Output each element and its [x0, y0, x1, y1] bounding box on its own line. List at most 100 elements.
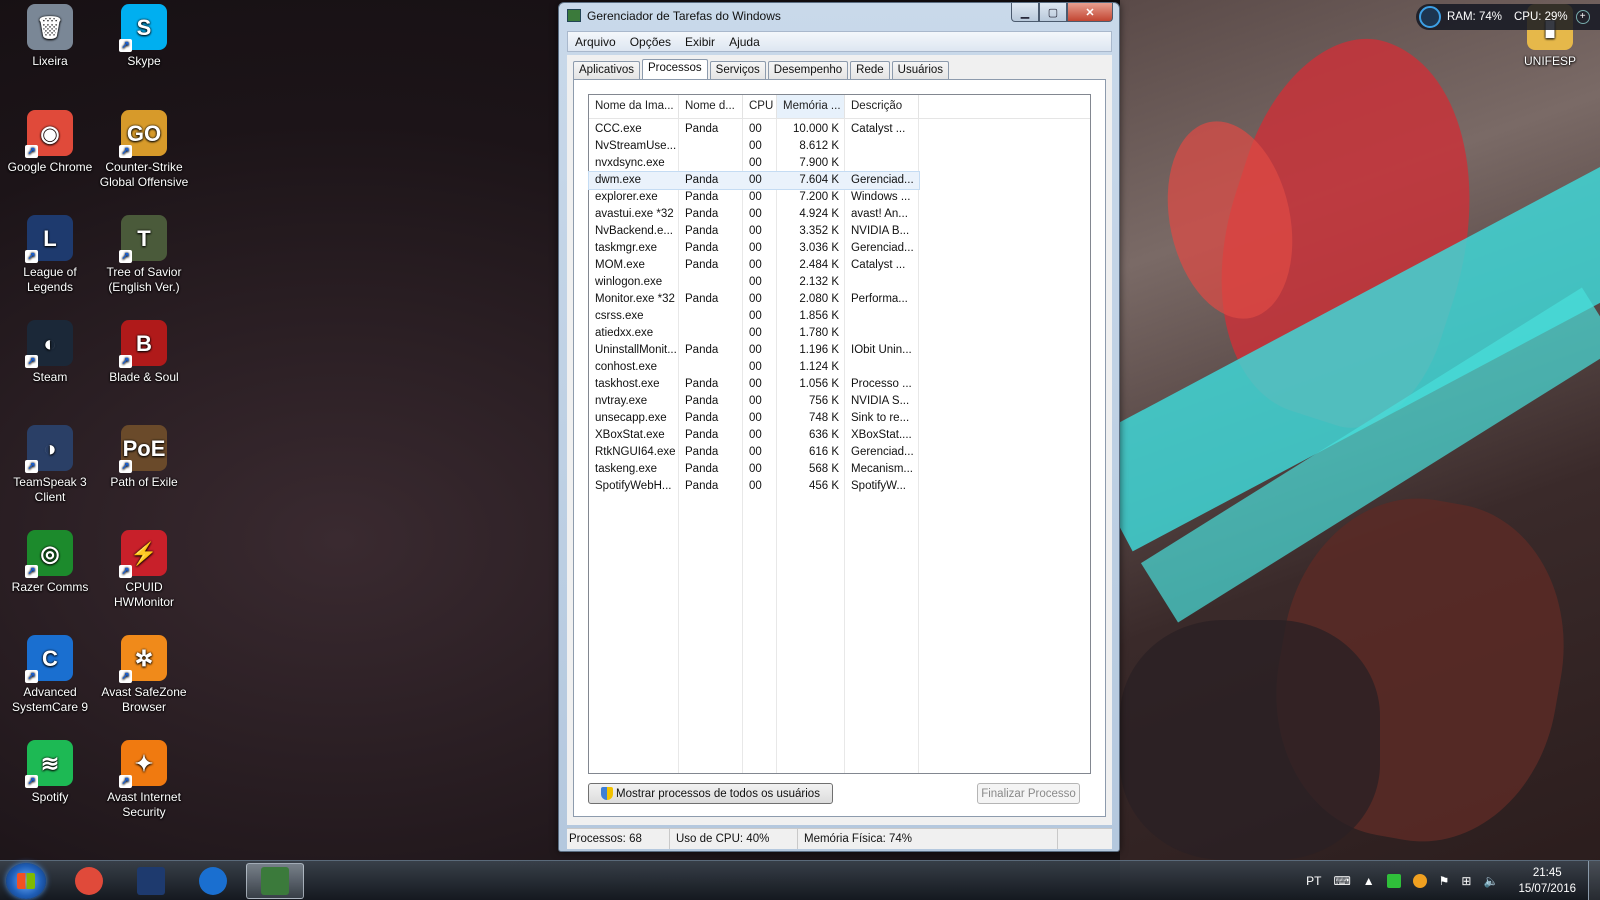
process-cpu: 00 — [749, 123, 762, 135]
gpu-tray-icon[interactable] — [1386, 874, 1401, 888]
process-row[interactable]: UninstallMonit... Panda 00 1.196 K IObit Uni… — [589, 342, 1090, 359]
end-process-button[interactable]: Finalizar Processo — [977, 783, 1080, 804]
title-bar[interactable]: Gerenciador de Tarefas do Windows ▁ ▢ ✕ — [559, 3, 1119, 29]
process-row[interactable]: taskmgr.exe Panda 00 3.036 K Gerenciad... — [589, 240, 1090, 257]
process-row[interactable]: explorer.exe Panda 00 7.200 K Windows ... — [589, 189, 1090, 206]
csgo-icon: GO ↗ — [119, 110, 167, 158]
desktop-shortcut[interactable]: ⚡ ↗ CPUID HWMonitor — [94, 530, 194, 610]
taskbar-button-task-manager[interactable] — [246, 863, 304, 899]
taskbar-button-advanced-systemcare[interactable] — [184, 863, 242, 899]
column-user-name[interactable]: Nome d... — [679, 95, 743, 118]
process-row[interactable]: unsecapp.exe Panda 00 748 K Sink to re... — [589, 410, 1090, 427]
tab-usuarios[interactable]: Usuários — [891, 61, 950, 79]
tab-servicos[interactable]: Serviços — [709, 61, 766, 79]
process-row[interactable]: MOM.exe Panda 00 2.484 K Catalyst ... — [589, 257, 1090, 274]
tab-rede[interactable]: Rede — [850, 61, 890, 79]
column-description[interactable]: Descrição — [845, 95, 919, 118]
desktop-shortcut[interactable]: ✲ ↗ Avast SafeZone Browser — [94, 635, 194, 715]
system-monitor-gadget[interactable]: RAM: 74% CPU: 29% + — [1416, 4, 1600, 30]
process-cpu: 00 — [749, 276, 762, 288]
desktop-shortcut[interactable]: ◑ ↗ TeamSpeak 3 Client — [0, 425, 100, 505]
action-center-flag-icon[interactable]: ⚑ — [1439, 874, 1450, 888]
process-user-name: Panda — [685, 225, 719, 237]
volume-icon[interactable]: 🔈 — [1483, 874, 1498, 888]
desktop-shortcut[interactable]: L ↗ League of Legends — [0, 215, 100, 295]
desktop-shortcut[interactable]: ◉ ↗ Google Chrome — [0, 110, 100, 175]
process-row[interactable]: csrss.exe 00 1.856 K — [589, 308, 1090, 325]
process-image-name: NvBackend.e... — [595, 225, 673, 237]
icon-glyph: ◑ — [43, 435, 57, 461]
process-memory: 7.900 K — [799, 157, 839, 169]
menu-ajuda[interactable]: Ajuda — [722, 35, 767, 49]
process-user-name — [679, 325, 743, 342]
desktop-shortcut[interactable]: ≋ ↗ Spotify — [0, 740, 100, 805]
process-image-name: UninstallMonit... — [595, 344, 677, 356]
process-row[interactable]: CCC.exe Panda 00 10.000 K Catalyst ... — [589, 121, 1090, 138]
desktop-shortcut[interactable]: ◐ ↗ Steam — [0, 320, 100, 385]
column-cpu[interactable]: CPU — [743, 95, 777, 118]
taskbar-button-league-of-legends[interactable] — [122, 863, 180, 899]
tab-processos[interactable]: Processos — [641, 59, 708, 80]
desktop-shortcut[interactable]: S ↗ Skype — [94, 4, 194, 69]
menu-arquivo[interactable]: Arquivo — [568, 35, 623, 49]
process-row[interactable]: conhost.exe 00 1.124 K — [589, 359, 1090, 376]
maximize-button[interactable]: ▢ — [1039, 3, 1067, 22]
process-list[interactable]: Nome da Ima... Nome d... CPU Memória ...… — [588, 94, 1091, 774]
process-row[interactable]: XBoxStat.exe Panda 00 636 K XBoxStat.... — [589, 427, 1090, 444]
clock[interactable]: 21:45 15/07/2016 — [1518, 865, 1576, 897]
desktop-shortcut[interactable]: C ↗ Advanced SystemCare 9 — [0, 635, 100, 715]
recycle-bin-icon: 🗑 — [27, 4, 73, 50]
show-desktop-button[interactable] — [1588, 861, 1600, 900]
process-description: Catalyst ... — [851, 123, 906, 135]
column-image-name[interactable]: Nome da Ima... — [589, 95, 679, 118]
desktop-shortcut[interactable]: ◎ ↗ Razer Comms — [0, 530, 100, 595]
show-all-processes-button[interactable]: Mostrar processos de todos os usuários — [588, 783, 833, 804]
process-row[interactable]: taskhost.exe Panda 00 1.056 K Processo ... — [589, 376, 1090, 393]
process-row[interactable]: dwm.exe Panda 00 7.604 K Gerenciad... — [588, 171, 1090, 190]
tab-desempenho[interactable]: Desempenho — [767, 61, 849, 79]
razer-comms-icon: ◎ ↗ — [25, 530, 73, 578]
desktop-shortcut[interactable]: T ↗ Tree of Savior (English Ver.) — [94, 215, 194, 295]
avast-tray-icon[interactable] — [1412, 874, 1427, 888]
menu-opcoes[interactable]: Opções — [623, 35, 678, 49]
network-icon[interactable]: ⊞ — [1461, 874, 1471, 888]
menu-exibir[interactable]: Exibir — [678, 35, 722, 49]
minimize-button[interactable]: ▁ — [1011, 3, 1039, 22]
process-description — [845, 274, 919, 291]
desktop-shortcut[interactable]: GO ↗ Counter-Strike Global Offensive — [94, 110, 194, 190]
icon-glyph: T — [137, 225, 151, 251]
process-row[interactable]: nvxdsync.exe 00 7.900 K — [589, 155, 1090, 172]
keyboard-icon[interactable]: ⌨ — [1333, 874, 1350, 888]
desktop-shortcut[interactable]: 🗑 Lixeira — [0, 4, 100, 69]
show-hidden-icons-icon[interactable]: ▲ — [1363, 874, 1375, 888]
process-user-name — [679, 359, 743, 376]
process-row[interactable]: NvBackend.e... Panda 00 3.352 K NVIDIA B... — [589, 223, 1090, 240]
process-row[interactable]: RtkNGUI64.exe Panda 00 616 K Gerenciad... — [589, 444, 1090, 461]
process-row[interactable]: SpotifyWebH... Panda 00 456 K SpotifyW... — [589, 478, 1090, 495]
language-indicator[interactable]: PT — [1306, 874, 1321, 888]
desktop-shortcut[interactable]: PoE ↗ Path of Exile — [94, 425, 194, 490]
process-row[interactable]: avastui.exe *32 Panda 00 4.924 K avast! An..… — [589, 206, 1090, 223]
gadget-add-icon[interactable]: + — [1575, 10, 1590, 24]
desktop-shortcut-label: Advanced SystemCare 9 — [11, 685, 89, 714]
close-button[interactable]: ✕ — [1067, 3, 1113, 22]
start-button[interactable] — [6, 863, 46, 899]
process-row[interactable]: taskeng.exe Panda 00 568 K Mecanism... — [589, 461, 1090, 478]
taskbar-button-chrome[interactable] — [60, 863, 118, 899]
process-description: Catalyst ... — [851, 259, 906, 271]
desktop-shortcut-label: Blade & Soul — [109, 370, 179, 384]
chrome-icon: ◉ ↗ — [25, 110, 73, 158]
advanced-systemcare-icon — [199, 867, 227, 895]
process-row[interactable]: NvStreamUse... 00 8.612 K — [589, 138, 1090, 155]
desktop-shortcut[interactable]: B ↗ Blade & Soul — [94, 320, 194, 385]
desktop-shortcut[interactable]: ✦ ↗ Avast Internet Security — [94, 740, 194, 820]
process-row[interactable]: Monitor.exe *32 Panda 00 2.080 K Performa... — [589, 291, 1090, 308]
process-cpu: 00 — [749, 293, 762, 305]
column-memory[interactable]: Memória ... — [777, 95, 845, 118]
process-row[interactable]: atiedxx.exe 00 1.780 K — [589, 325, 1090, 342]
process-row[interactable]: winlogon.exe 00 2.132 K — [589, 274, 1090, 291]
process-row[interactable]: nvtray.exe Panda 00 756 K NVIDIA S... — [589, 393, 1090, 410]
avast-internet-security-icon: ✦ ↗ — [119, 740, 167, 788]
tab-aplicativos[interactable]: Aplicativos — [573, 61, 640, 79]
process-user-name: Panda — [685, 463, 719, 475]
